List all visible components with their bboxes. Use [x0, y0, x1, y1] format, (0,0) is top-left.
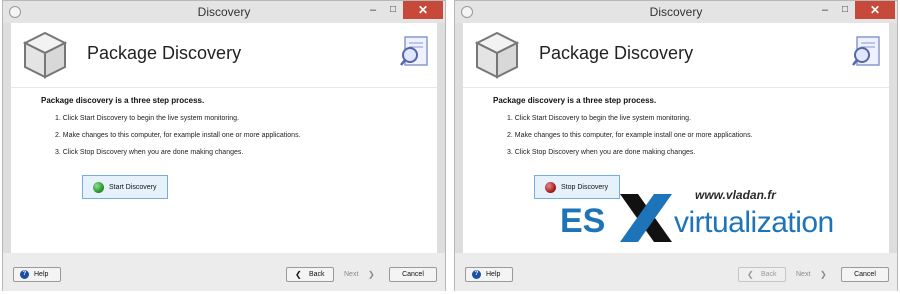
minimize-button[interactable]: –	[815, 1, 835, 19]
start-discovery-label: Start Discovery	[109, 184, 157, 191]
wizard-magnifier-icon	[852, 36, 880, 66]
wizard-magnifier-icon	[400, 36, 428, 66]
next-button[interactable]: Next ❯	[789, 267, 837, 282]
red-dot-icon	[545, 182, 556, 193]
step-item: 2. Make changes to this computer, for ex…	[507, 132, 753, 139]
help-button[interactable]: ? Help	[13, 267, 61, 282]
close-button[interactable]: ✕	[403, 1, 443, 19]
steps-list: 1. Click Start Discovery to begin the li…	[507, 115, 753, 166]
next-label: Next	[344, 271, 359, 278]
wizard-header: Package Discovery	[463, 23, 889, 87]
help-icon: ?	[20, 270, 29, 279]
step-item: 3. Click Stop Discovery when you are don…	[507, 149, 696, 156]
watermark-brand-virtualization: virtualization	[674, 206, 834, 239]
help-label: Help	[486, 271, 501, 278]
header-divider	[11, 87, 437, 88]
page-heading: Package Discovery	[539, 43, 694, 63]
step-item: 2. Make changes to this computer, for ex…	[55, 132, 301, 139]
intro-text: Package discovery is a three step proces…	[41, 96, 205, 105]
wizard-content: Package Discovery Package discovery is a…	[11, 23, 437, 253]
watermark-url: www.vladan.fr	[695, 188, 776, 202]
cancel-button[interactable]: Cancel	[389, 267, 437, 282]
step-item: 3. Click Stop Discovery when you are don…	[55, 149, 244, 156]
header-divider	[463, 87, 889, 88]
chevron-left-icon: ❮	[747, 270, 754, 279]
green-dot-icon	[93, 182, 104, 193]
next-label: Next	[796, 271, 811, 278]
chevron-left-icon: ❮	[295, 270, 302, 279]
package-box-icon	[474, 31, 520, 79]
back-button[interactable]: ❮ Back	[738, 267, 786, 282]
esx-virtualization-watermark: www.vladan.fr ES virtualization	[560, 184, 890, 244]
step-item: 1. Click Start Discovery to begin the li…	[55, 115, 240, 122]
help-label: Help	[34, 271, 49, 278]
maximize-button[interactable]: □	[835, 1, 855, 19]
steps-list: 1. Click Start Discovery to begin the li…	[55, 115, 301, 166]
page-heading: Package Discovery	[87, 43, 242, 63]
start-discovery-button[interactable]: Start Discovery	[82, 175, 168, 199]
package-box-icon	[22, 31, 68, 79]
step-item: 1. Click Start Discovery to begin the li…	[507, 115, 692, 122]
next-button[interactable]: Next ❯	[337, 267, 385, 282]
close-button[interactable]: ✕	[855, 1, 895, 19]
help-icon: ?	[472, 270, 481, 279]
back-label: Back	[309, 271, 325, 278]
title-bar[interactable]: Discovery – □ ✕	[455, 1, 897, 23]
maximize-button[interactable]: □	[383, 1, 403, 19]
wizard-header: Package Discovery	[11, 23, 437, 87]
back-button[interactable]: ❮ Back	[286, 267, 334, 282]
chevron-right-icon: ❯	[368, 270, 375, 279]
discovery-window-left: Discovery – □ ✕ Package Discovery Packag…	[2, 0, 446, 291]
watermark-brand-es: ES	[560, 202, 606, 240]
bottom-button-bar: ? Help ❮ Back Next ❯ Cancel	[3, 253, 445, 291]
help-button[interactable]: ? Help	[465, 267, 513, 282]
title-bar[interactable]: Discovery – □ ✕	[3, 1, 445, 23]
cancel-button[interactable]: Cancel	[841, 267, 889, 282]
discovery-window-right: Discovery – □ ✕ Package Discovery Packag…	[454, 0, 898, 291]
minimize-button[interactable]: –	[363, 1, 383, 19]
intro-text: Package discovery is a three step proces…	[493, 96, 657, 105]
x-logo-icon	[620, 194, 672, 242]
back-label: Back	[761, 271, 777, 278]
chevron-right-icon: ❯	[820, 270, 827, 279]
bottom-button-bar: ? Help ❮ Back Next ❯ Cancel	[455, 253, 897, 291]
